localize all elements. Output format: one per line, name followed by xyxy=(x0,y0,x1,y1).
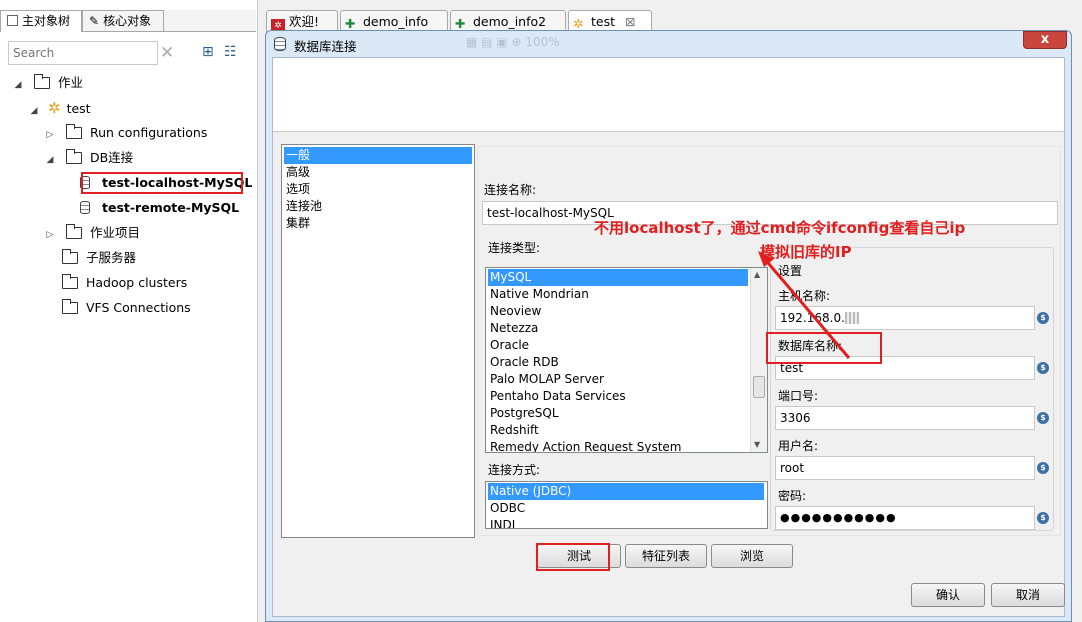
collapse-arrow-icon[interactable]: ◢ xyxy=(28,99,40,123)
folder-icon xyxy=(65,149,82,164)
features-button[interactable]: 特征列表 xyxy=(625,544,707,568)
clear-search-icon[interactable]: ✕ xyxy=(160,43,174,63)
expand-arrow-icon[interactable]: ▷ xyxy=(44,123,56,147)
job-icon: ✲ xyxy=(47,99,61,117)
tree-item-test-remote-mysql[interactable]: test-remote-MySQL xyxy=(80,196,239,220)
object-tree-panel: 主对象树 ✎核心对象 ✕ ⊞ ☷ ◢ 作业 ◢ ✲test ▷ Run conf… xyxy=(0,0,258,622)
collapse-arrow-icon[interactable]: ◢ xyxy=(44,148,56,172)
toolbar-behind: ▦ ▤ ▣ ⊕ 100% xyxy=(466,35,560,49)
database-connection-dialog: 数据库连接 ▦ ▤ ▣ ⊕ 100% x 一般 高级 选项 连接池 集群 连接名… xyxy=(265,30,1072,622)
category-pooling[interactable]: 连接池 xyxy=(284,198,472,215)
search-input[interactable] xyxy=(9,42,157,64)
browse-button[interactable]: 浏览 xyxy=(711,544,793,568)
category-options[interactable]: 选项 xyxy=(284,181,472,198)
category-general[interactable]: 一般 xyxy=(284,147,472,164)
category-list[interactable]: 一般 高级 选项 连接池 集群 xyxy=(281,144,475,538)
left-tab-bar: 主对象树 ✎ 核心对象 xyxy=(0,10,256,32)
transformation-icon: ✚ xyxy=(455,16,466,31)
tab-demo-info2[interactable]: ✚ demo_info2 xyxy=(450,10,566,32)
highlight-box-test xyxy=(536,543,610,571)
folder-icon xyxy=(62,249,78,264)
tree-item-job-entries[interactable]: ▷ 作业项目 xyxy=(0,221,140,245)
highlight-box-host xyxy=(766,332,882,364)
database-icon xyxy=(80,201,90,214)
tree-item-test[interactable]: ◢ ✲ test xyxy=(0,96,91,120)
transformation-icon: ✚ xyxy=(345,16,356,31)
tree-item-jobs[interactable]: ◢ 作业 xyxy=(0,71,83,95)
ok-button[interactable]: 确认 xyxy=(911,583,985,607)
tree-item-hadoop-clusters[interactable]: Hadoop clusters xyxy=(0,271,187,295)
dialog-body: 一般 高级 选项 连接池 集群 连接名称: test-localhost-MyS… xyxy=(272,57,1065,617)
folder-icon xyxy=(33,74,50,89)
category-advanced[interactable]: 高级 xyxy=(284,164,472,181)
cancel-button[interactable]: 取消 xyxy=(991,583,1065,607)
folder-icon xyxy=(62,274,78,289)
collapse-tree-icon[interactable]: ☷ xyxy=(224,44,237,60)
dialog-header-area xyxy=(273,58,1064,132)
job-icon: ✲ xyxy=(573,16,584,31)
tree-item-db-connections[interactable]: ◢ DB连接 xyxy=(0,146,133,170)
close-button[interactable]: x xyxy=(1023,31,1067,49)
tab-demo-info[interactable]: ✚ demo_info xyxy=(340,10,448,32)
pencil-icon: ✎ xyxy=(89,14,100,28)
search-box xyxy=(8,41,158,65)
tab-test[interactable]: ✲ test ⊠ xyxy=(568,10,652,32)
highlight-box-localhost xyxy=(81,172,243,194)
collapse-arrow-icon[interactable]: ◢ xyxy=(12,73,24,97)
general-settings-panel: 连接名称: test-localhost-MySQL 连接类型: MySQL N… xyxy=(477,146,1061,536)
tab-welcome[interactable]: ✲ 欢迎! xyxy=(266,10,338,33)
tree-item-slave-servers[interactable]: 子服务器 xyxy=(0,246,136,270)
tree-icon xyxy=(7,15,18,26)
expand-tree-icon[interactable]: ⊞ xyxy=(202,44,214,60)
expand-arrow-icon[interactable]: ▷ xyxy=(44,223,56,247)
category-cluster[interactable]: 集群 xyxy=(284,215,472,232)
close-tab-icon[interactable]: ⊠ xyxy=(625,14,635,29)
tree-item-vfs-connections[interactable]: VFS Connections xyxy=(0,296,191,320)
folder-icon xyxy=(65,224,82,239)
tab-main-object-tree[interactable]: 主对象树 xyxy=(0,10,82,32)
dialog-title: 数据库连接 xyxy=(294,39,357,54)
tab-core-objects[interactable]: ✎ 核心对象 xyxy=(82,10,164,32)
tree-item-run-configurations[interactable]: ▷ Run configurations xyxy=(0,121,207,145)
editor-tab-bar: ✲ 欢迎! ✚ demo_info ✚ demo_info2 ✲ test ⊠ xyxy=(262,10,662,33)
folder-icon xyxy=(62,299,78,314)
database-icon xyxy=(274,37,286,51)
folder-icon xyxy=(65,124,82,139)
